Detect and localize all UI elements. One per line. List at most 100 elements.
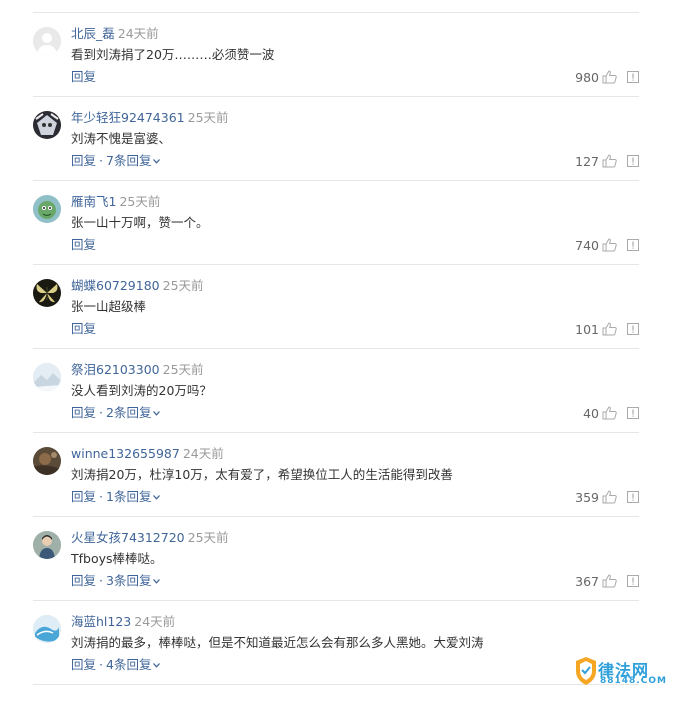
comment-item: 海蓝hl123 24天前 刘涛捐的最多，棒棒哒，但是不知道最近怎么会有那么多人黑她… <box>33 601 639 685</box>
reply-button[interactable]: 回复 <box>71 321 96 336</box>
avatar[interactable] <box>33 531 61 559</box>
thumbs-up-icon[interactable] <box>602 406 617 420</box>
thumbs-up-icon[interactable] <box>602 154 617 168</box>
avatar[interactable] <box>33 195 61 223</box>
comment-text: 张一山超级棒 <box>71 299 147 314</box>
comment-item: 蝴蝶60729180 25天前 张一山超级棒 回复 101 <box>33 265 639 349</box>
comment-stats: 359 <box>575 489 639 505</box>
report-icon[interactable] <box>627 575 639 587</box>
separator: · <box>99 153 103 168</box>
reply-button[interactable]: 回复 <box>71 573 96 588</box>
shield-logo-icon <box>576 657 596 685</box>
thumbs-up-icon[interactable] <box>602 322 617 336</box>
timestamp: 25天前 <box>119 194 161 209</box>
report-icon[interactable] <box>627 407 639 419</box>
view-replies-link[interactable]: 1条回复 <box>106 489 161 504</box>
comment-stats: 740 <box>575 237 639 253</box>
comment-text: 刘涛捐的最多，棒棒哒，但是不知道最近怎么会有那么多人黑她。大爱刘涛 <box>71 635 484 650</box>
comment-meta: 火星女孩74312720 25天前 <box>71 530 229 546</box>
report-icon[interactable] <box>627 239 639 251</box>
comment-actions: 回复 <box>71 237 96 253</box>
comment-item: 年少轻狂92474361 25天前 刘涛不愧是富婆、 回复 · 7条回复 127 <box>33 97 639 181</box>
view-replies-link[interactable]: 7条回复 <box>106 153 161 168</box>
comment-meta: 北辰_磊 24天前 <box>71 26 159 42</box>
report-icon[interactable] <box>627 323 639 335</box>
timestamp: 24天前 <box>117 26 159 41</box>
like-count: 740 <box>575 237 599 253</box>
comment-stats: 40 <box>583 405 639 421</box>
view-replies-link[interactable]: 4条回复 <box>106 657 161 672</box>
chevron-down-icon <box>153 579 161 584</box>
thumbs-up-icon[interactable] <box>602 238 617 252</box>
avatar[interactable] <box>33 363 61 391</box>
avatar[interactable] <box>33 615 61 643</box>
reply-button[interactable]: 回复 <box>71 69 96 84</box>
comment-actions: 回复 · 3条回复 <box>71 573 161 589</box>
watermark-url: 88148.COM <box>600 676 667 686</box>
report-icon[interactable] <box>627 71 639 83</box>
comment-meta: 雁南飞1 25天前 <box>71 194 160 210</box>
like-count: 40 <box>583 405 599 421</box>
comment-stats: 101 <box>575 321 639 337</box>
username-link[interactable]: 火星女孩74312720 <box>71 530 185 545</box>
timestamp: 24天前 <box>134 614 176 629</box>
comment-text: Tfboys棒棒哒。 <box>71 551 163 566</box>
chevron-down-icon <box>153 411 161 416</box>
like-count: 980 <box>575 69 599 85</box>
chevron-down-icon <box>153 663 161 668</box>
comment-text: 没人看到刘涛的20万吗？ <box>71 383 212 398</box>
avatar[interactable] <box>33 27 61 55</box>
comment-actions: 回复 · 4条回复 <box>71 657 161 673</box>
comment-meta: 祭泪62103300 25天前 <box>71 362 204 378</box>
reply-button[interactable]: 回复 <box>71 489 96 504</box>
reply-button[interactable]: 回复 <box>71 657 96 672</box>
thumbs-up-icon[interactable] <box>602 490 617 504</box>
comment-actions: 回复 <box>71 69 96 85</box>
comment-item: 北辰_磊 24天前 看到刘涛捐了20万………必须赞一波 回复 980 <box>33 13 639 97</box>
comment-text: 看到刘涛捐了20万………必须赞一波 <box>71 47 275 62</box>
timestamp: 25天前 <box>162 362 204 377</box>
like-count: 359 <box>575 489 599 505</box>
username-link[interactable]: 北辰_磊 <box>71 26 115 41</box>
username-link[interactable]: 年少轻狂92474361 <box>71 110 185 125</box>
username-link[interactable]: 蝴蝶60729180 <box>71 278 160 293</box>
timestamp: 25天前 <box>162 278 204 293</box>
report-icon[interactable] <box>627 155 639 167</box>
comment-stats: 980 <box>575 69 639 85</box>
username-link[interactable]: 海蓝hl123 <box>71 614 131 629</box>
comment-text: 刘涛捐20万，杜淳10万，太有爱了，希望换位工人的生活能得到改善 <box>71 467 453 482</box>
comment-actions: 回复 <box>71 321 96 337</box>
username-link[interactable]: winne132655987 <box>71 446 180 461</box>
comment-item: 祭泪62103300 25天前 没人看到刘涛的20万吗？ 回复 · 2条回复 40 <box>33 349 639 433</box>
comment-stats: 367 <box>575 573 639 589</box>
replies-count-label: 3条回复 <box>106 573 152 588</box>
reply-button[interactable]: 回复 <box>71 405 96 420</box>
avatar[interactable] <box>33 279 61 307</box>
username-link[interactable]: 祭泪62103300 <box>71 362 160 377</box>
comment-item: winne132655987 24天前 刘涛捐20万，杜淳10万，太有爱了，希望换… <box>33 433 639 517</box>
thumbs-up-icon[interactable] <box>602 70 617 84</box>
comment-item: 雁南飞1 25天前 张一山十万啊，赞一个。 回复 740 <box>33 181 639 265</box>
reply-button[interactable]: 回复 <box>71 153 96 168</box>
avatar[interactable] <box>33 111 61 139</box>
thumbs-up-icon[interactable] <box>602 574 617 588</box>
comment-list: 北辰_磊 24天前 看到刘涛捐了20万………必须赞一波 回复 980 年少轻狂92… <box>33 12 639 685</box>
replies-count-label: 7条回复 <box>106 153 152 168</box>
comment-actions: 回复 · 1条回复 <box>71 489 161 505</box>
separator: · <box>99 405 103 420</box>
timestamp: 25天前 <box>187 110 229 125</box>
timestamp: 24天前 <box>182 446 224 461</box>
username-link[interactable]: 雁南飞1 <box>71 194 116 209</box>
reply-button[interactable]: 回复 <box>71 237 96 252</box>
replies-count-label: 2条回复 <box>106 405 152 420</box>
comment-stats: 127 <box>575 153 639 169</box>
report-icon[interactable] <box>627 491 639 503</box>
site-watermark: 律法网 88148.COM <box>574 656 667 690</box>
chevron-down-icon <box>153 495 161 500</box>
view-replies-link[interactable]: 3条回复 <box>106 573 161 588</box>
view-replies-link[interactable]: 2条回复 <box>106 405 161 420</box>
avatar[interactable] <box>33 447 61 475</box>
like-count: 101 <box>575 321 599 337</box>
like-count: 367 <box>575 573 599 589</box>
timestamp: 25天前 <box>187 530 229 545</box>
